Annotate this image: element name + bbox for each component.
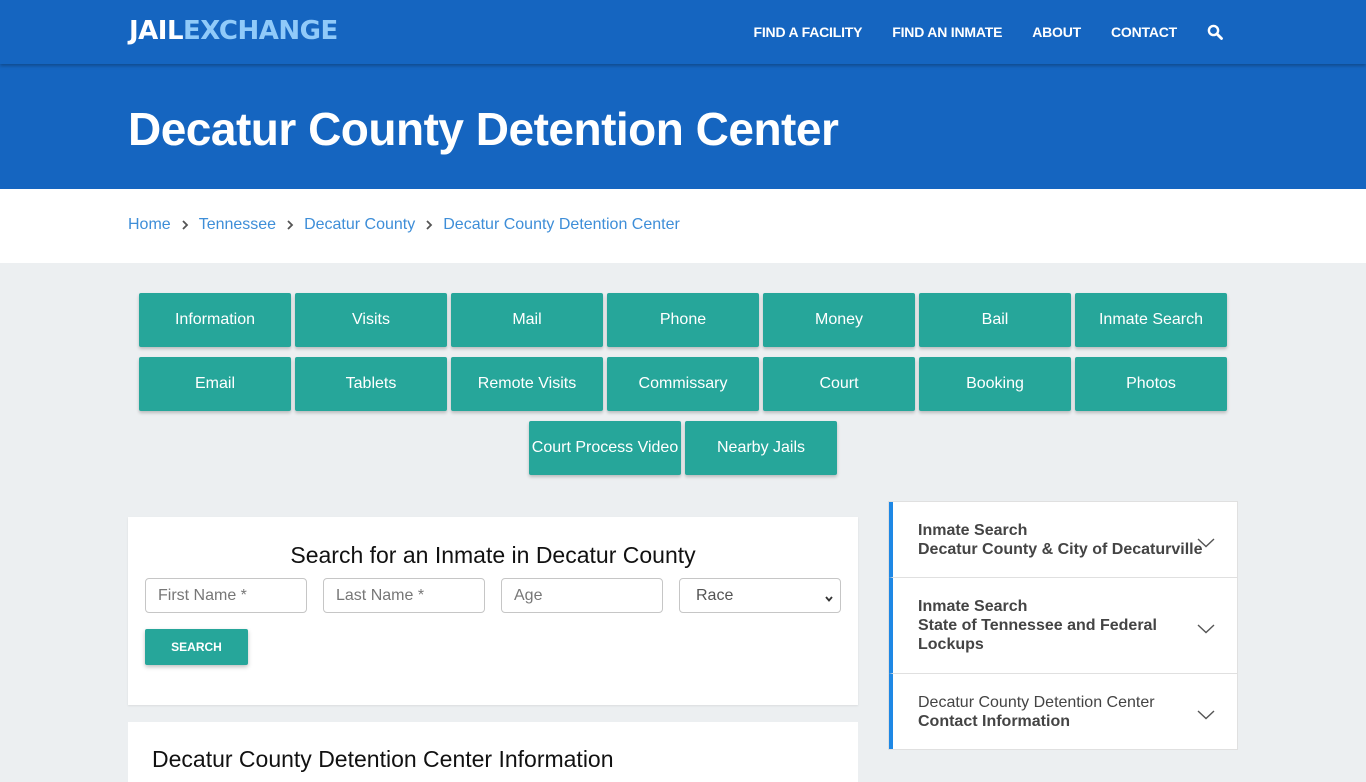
tile-nearby-jails[interactable]: Nearby Jails [685,421,837,475]
last-name-input[interactable] [323,578,485,613]
chevron-right-icon [176,218,194,232]
search-button[interactable]: SEARCH [145,629,248,665]
sidebar-accordion: Inmate Search Decatur County & City of D… [888,501,1238,750]
tile-money[interactable]: Money [763,293,915,347]
tile-mail[interactable]: Mail [451,293,603,347]
chevron-down-icon [824,591,834,602]
tile-photos[interactable]: Photos [1075,357,1227,411]
tile-court-process-video[interactable]: Court Process Video [529,421,681,475]
breadcrumb-home[interactable]: Home [128,216,171,234]
search-icon[interactable] [1207,24,1223,40]
nav-links: FIND A FACILITY FIND AN INMATE ABOUT CON… [754,0,1366,64]
chevron-down-icon [1197,621,1215,633]
accordion-title: Inmate Search [918,521,1028,539]
breadcrumb-facility[interactable]: Decatur County Detention Center [443,216,680,234]
tile-commissary[interactable]: Commissary [607,357,759,411]
accordion-county-inmate-search[interactable]: Inmate Search Decatur County & City of D… [889,502,1237,578]
accordion-state-federal-inmate-search[interactable]: Inmate Search State of Tennessee and Fed… [889,578,1237,674]
facility-info-card: Decatur County Detention Center Informat… [128,722,858,782]
logo-part-exchange: EXCHANGE [183,16,338,46]
tile-information[interactable]: Information [139,293,291,347]
accordion-subtitle: Decatur County & City of Decaturville [918,540,1203,558]
facility-nav-tiles: Information Visits Mail Phone Money Bail… [137,293,1229,485]
tile-row: Court Process Video Nearby Jails [137,421,1229,475]
chevron-down-icon [1197,535,1215,547]
page-title: Decatur County Detention Center [128,103,839,155]
first-name-input[interactable] [145,578,307,613]
breadcrumb-state[interactable]: Tennessee [199,216,276,234]
info-heading: Decatur County Detention Center Informat… [152,746,614,772]
breadcrumb: Home Tennessee Decatur County Decatur Co… [128,216,680,234]
nav-find-inmate[interactable]: FIND AN INMATE [892,24,1002,40]
accordion-subtitle: Contact Information [918,712,1070,730]
tile-booking[interactable]: Booking [919,357,1071,411]
accordion-contact-information[interactable]: Decatur County Detention Center Contact … [889,674,1237,749]
top-navbar: JAILEXCHANGE FIND A FACILITY FIND AN INM… [0,0,1366,64]
accordion-title: Decatur County Detention Center [918,693,1155,711]
breadcrumb-bar: Home Tennessee Decatur County Decatur Co… [0,189,1366,263]
tile-phone[interactable]: Phone [607,293,759,347]
accordion-subtitle: State of Tennessee and Federal Lockups [918,617,1157,653]
tile-row: Information Visits Mail Phone Money Bail… [137,293,1229,347]
tile-visits[interactable]: Visits [295,293,447,347]
tile-email[interactable]: Email [139,357,291,411]
search-heading: Search for an Inmate in Decatur County [290,542,696,568]
logo-part-jail: JAIL [129,16,184,46]
chevron-down-icon [1197,707,1215,719]
age-input[interactable] [501,578,663,613]
inmate-search-card: Search for an Inmate in Decatur County R… [128,517,858,705]
accordion-title: Inmate Search [918,598,1028,615]
tile-row: Email Tablets Remote Visits Commissary C… [137,357,1229,411]
nav-contact[interactable]: CONTACT [1111,24,1177,40]
nav-about[interactable]: ABOUT [1032,24,1081,40]
nav-find-facility[interactable]: FIND A FACILITY [754,24,863,40]
race-select-value: Race [696,586,734,604]
tile-inmate-search[interactable]: Inmate Search [1075,293,1227,347]
chevron-right-icon [420,218,438,232]
breadcrumb-county[interactable]: Decatur County [304,216,415,234]
site-logo[interactable]: JAILEXCHANGE [129,16,338,46]
race-select[interactable]: Race [679,578,841,613]
chevron-right-icon [281,218,299,232]
page-header: Decatur County Detention Center [0,64,1366,189]
tile-remote-visits[interactable]: Remote Visits [451,357,603,411]
tile-bail[interactable]: Bail [919,293,1071,347]
tile-tablets[interactable]: Tablets [295,357,447,411]
tile-court[interactable]: Court [763,357,915,411]
